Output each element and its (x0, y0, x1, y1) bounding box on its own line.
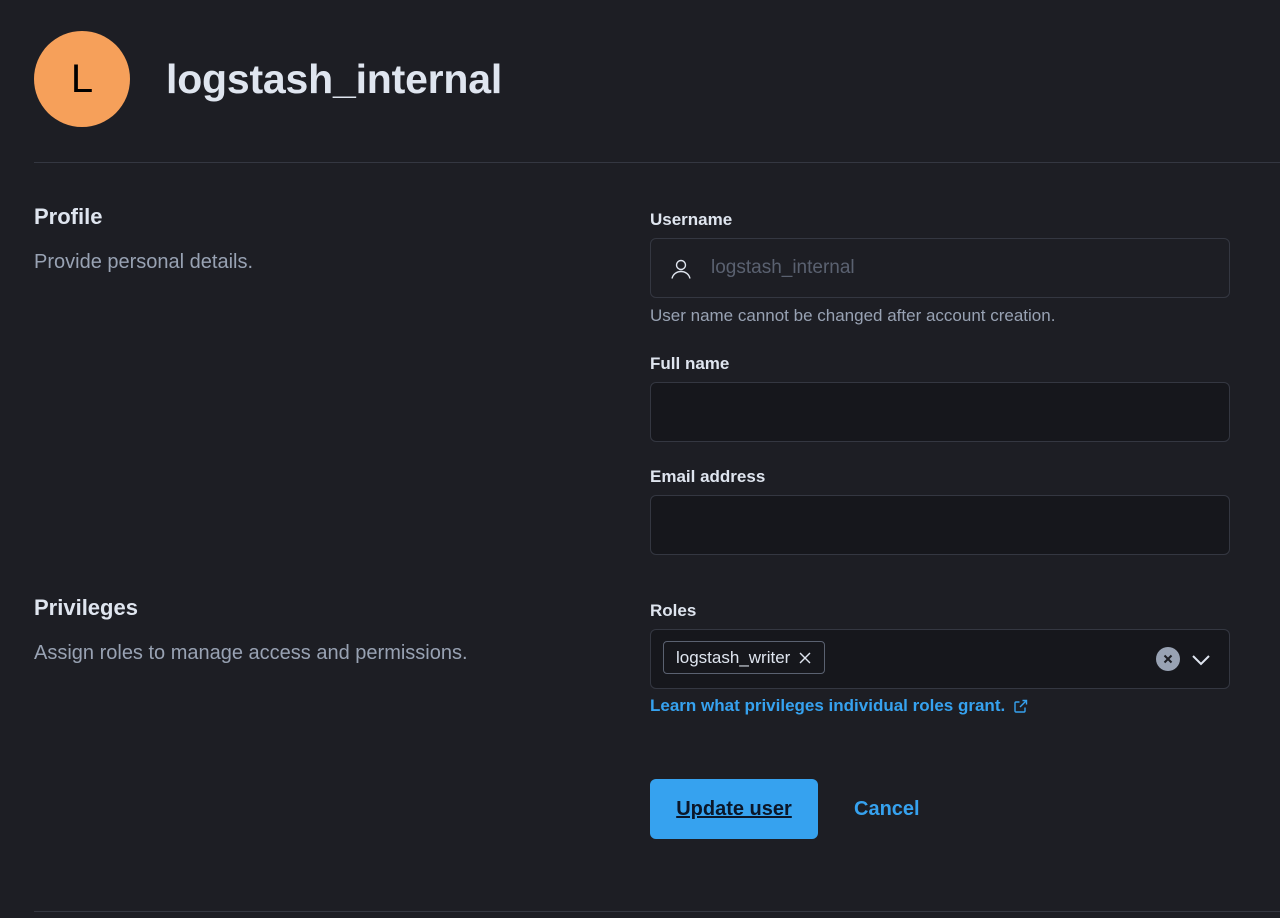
email-field[interactable] (650, 495, 1230, 555)
privileges-section-title: Privileges (34, 595, 138, 620)
roles-privileges-link-text[interactable]: Learn what privileges individual roles g… (650, 696, 1005, 716)
footer-divider (34, 911, 1280, 912)
full-name-field[interactable] (650, 382, 1230, 442)
username-value: logstash_internal (711, 257, 855, 278)
header-divider (34, 162, 1280, 163)
chevron-down-icon[interactable] (1189, 648, 1213, 672)
username-field: logstash_internal (650, 238, 1230, 298)
remove-role-icon[interactable] (798, 651, 812, 665)
email-label: Email address (650, 467, 766, 486)
profile-section-title: Profile (34, 204, 103, 229)
clear-roles-icon[interactable] (1156, 647, 1180, 671)
roles-label: Roles (650, 601, 697, 620)
role-pill: logstash_writer (663, 641, 826, 674)
roles-privileges-link[interactable]: Learn what privileges individual roles g… (650, 696, 1029, 716)
full-name-label: Full name (650, 354, 730, 373)
update-user-button[interactable]: Update user (650, 779, 818, 839)
user-icon (671, 259, 691, 279)
user-header: L logstash_internal (34, 31, 502, 127)
role-pill-label: logstash_writer (676, 647, 791, 667)
cancel-button[interactable]: Cancel (840, 779, 934, 839)
page-title: logstash_internal (166, 55, 503, 102)
username-label: Username (650, 210, 733, 229)
profile-section-description: Provide personal details. (34, 251, 254, 273)
external-link-icon (1014, 699, 1028, 713)
avatar: L (34, 31, 130, 127)
privileges-section-description: Assign roles to manage access and permis… (34, 642, 468, 664)
roles-combobox[interactable]: logstash_writer (650, 629, 1230, 689)
username-help-text: User name cannot be changed after accoun… (650, 306, 1056, 325)
